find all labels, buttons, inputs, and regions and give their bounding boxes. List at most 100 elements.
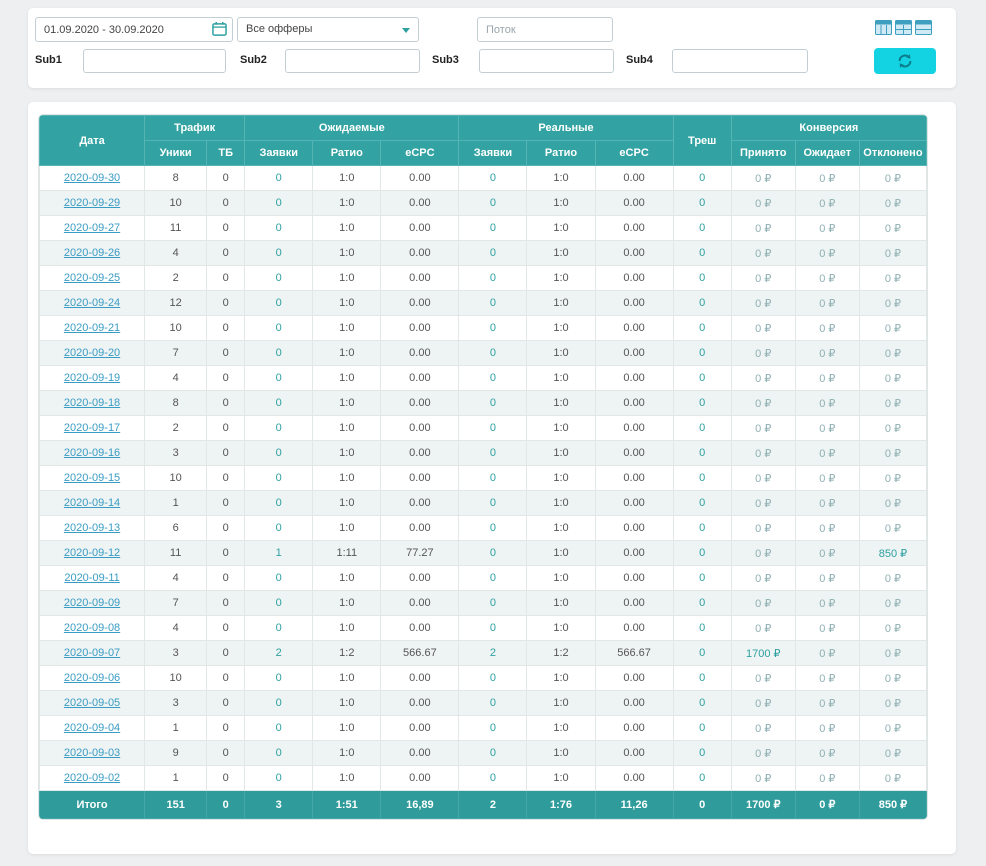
- cell-date: 2020-09-24: [40, 291, 145, 316]
- date-link[interactable]: 2020-09-29: [64, 197, 120, 209]
- stream-input[interactable]: [477, 17, 613, 42]
- table-row: 2020-09-188001:00.0001:00.0000 ₽0 ₽0 ₽: [40, 391, 927, 416]
- cell-expected-apps: 0: [245, 741, 313, 766]
- cell-real-ecpc: 0.00: [595, 291, 673, 316]
- sub3-input[interactable]: [479, 49, 614, 73]
- date-link[interactable]: 2020-09-26: [64, 247, 120, 259]
- cell-declined: 0 ₽: [859, 166, 926, 191]
- table-header: Дата Трафик Ожидаемые Реальные Треш Конв…: [40, 116, 927, 166]
- cell-real-ecpc: 0.00: [595, 566, 673, 591]
- cell-expected-ecpc: 0.00: [381, 516, 459, 541]
- cell-real-apps: 0: [459, 541, 527, 566]
- date-link[interactable]: 2020-09-20: [64, 347, 120, 359]
- total-row: Итого151031:5116,8921:7611,2601700 ₽0 ₽8…: [40, 791, 927, 819]
- cell-real-ratio: 1:0: [527, 266, 595, 291]
- cell-expected-ratio: 1:0: [313, 441, 381, 466]
- table-view-icon-2[interactable]: [895, 20, 912, 35]
- cell-expected-apps: 0: [245, 666, 313, 691]
- table-view-icon-1[interactable]: [875, 20, 892, 35]
- sub2-input[interactable]: [285, 49, 420, 73]
- date-link[interactable]: 2020-09-14: [64, 497, 120, 509]
- cell-real-apps: 0: [459, 516, 527, 541]
- cell-uniques: 4: [145, 241, 207, 266]
- table-view-icon-3[interactable]: [915, 20, 932, 35]
- date-link[interactable]: 2020-09-05: [64, 697, 120, 709]
- cell-accepted: 0 ₽: [731, 491, 795, 516]
- col-header-real-apps: Заявки: [459, 141, 527, 166]
- cell-accepted: 0 ₽: [731, 166, 795, 191]
- date-link[interactable]: 2020-09-17: [64, 422, 120, 434]
- sub3-label: Sub3: [432, 54, 459, 66]
- sub1-input[interactable]: [83, 49, 226, 73]
- cell-real-ratio: 1:0: [527, 291, 595, 316]
- total-real-ecpc: 11,26: [595, 791, 673, 819]
- cell-expected-apps: 1: [245, 541, 313, 566]
- date-link[interactable]: 2020-09-12: [64, 547, 120, 559]
- date-link[interactable]: 2020-09-11: [64, 572, 119, 584]
- cell-uniques: 1: [145, 716, 207, 741]
- cell-pending: 0 ₽: [795, 516, 859, 541]
- cell-real-apps: 0: [459, 291, 527, 316]
- date-link[interactable]: 2020-09-08: [64, 622, 120, 634]
- date-link[interactable]: 2020-09-30: [64, 172, 120, 184]
- date-link[interactable]: 2020-09-03: [64, 747, 120, 759]
- cell-pending: 0 ₽: [795, 541, 859, 566]
- refresh-button[interactable]: [874, 48, 936, 74]
- cell-date: 2020-09-07: [40, 641, 145, 666]
- cell-expected-ecpc: 0.00: [381, 366, 459, 391]
- date-link[interactable]: 2020-09-06: [64, 672, 120, 684]
- cell-trash: 0: [673, 491, 731, 516]
- cell-date: 2020-09-12: [40, 541, 145, 566]
- cell-expected-apps: 2: [245, 641, 313, 666]
- col-header-pending: Ожидает: [795, 141, 859, 166]
- date-link[interactable]: 2020-09-27: [64, 222, 120, 234]
- table-row: 2020-09-097001:00.0001:00.0000 ₽0 ₽0 ₽: [40, 591, 927, 616]
- cell-accepted: 1700 ₽: [731, 641, 795, 666]
- cell-expected-ratio: 1:0: [313, 766, 381, 791]
- cell-real-ratio: 1:2: [527, 641, 595, 666]
- offers-select[interactable]: Все офферы: [237, 17, 419, 42]
- cell-pending: 0 ₽: [795, 766, 859, 791]
- date-link[interactable]: 2020-09-18: [64, 397, 120, 409]
- date-link[interactable]: 2020-09-02: [64, 772, 120, 784]
- cell-real-ecpc: 0.00: [595, 341, 673, 366]
- col-header-date: Дата: [40, 116, 145, 166]
- date-link[interactable]: 2020-09-04: [64, 722, 120, 734]
- date-link[interactable]: 2020-09-09: [64, 597, 120, 609]
- cell-tb: 0: [207, 716, 245, 741]
- date-link[interactable]: 2020-09-19: [64, 372, 120, 384]
- cell-expected-ratio: 1:0: [313, 616, 381, 641]
- cell-accepted: 0 ₽: [731, 516, 795, 541]
- date-link[interactable]: 2020-09-16: [64, 447, 120, 459]
- cell-real-ratio: 1:0: [527, 441, 595, 466]
- calendar-button[interactable]: [209, 21, 229, 39]
- cell-real-ecpc: 0.00: [595, 316, 673, 341]
- date-range-input[interactable]: [35, 17, 233, 42]
- cell-trash: 0: [673, 591, 731, 616]
- col-header-expected-ratio: Ратио: [313, 141, 381, 166]
- cell-pending: 0 ₽: [795, 341, 859, 366]
- date-link[interactable]: 2020-09-21: [64, 322, 120, 334]
- cell-expected-ratio: 1:0: [313, 666, 381, 691]
- date-link[interactable]: 2020-09-24: [64, 297, 120, 309]
- date-link[interactable]: 2020-09-25: [64, 272, 120, 284]
- cell-accepted: 0 ₽: [731, 691, 795, 716]
- cell-trash: 0: [673, 541, 731, 566]
- cell-tb: 0: [207, 466, 245, 491]
- date-link[interactable]: 2020-09-15: [64, 472, 120, 484]
- cell-accepted: 0 ₽: [731, 416, 795, 441]
- date-link[interactable]: 2020-09-07: [64, 647, 120, 659]
- sub4-input[interactable]: [672, 49, 808, 73]
- cell-pending: 0 ₽: [795, 241, 859, 266]
- cell-real-ratio: 1:0: [527, 566, 595, 591]
- col-header-real-ecpc: eCPC: [595, 141, 673, 166]
- cell-accepted: 0 ₽: [731, 216, 795, 241]
- cell-real-ecpc: 0.00: [595, 491, 673, 516]
- cell-expected-ratio: 1:0: [313, 566, 381, 591]
- date-link[interactable]: 2020-09-13: [64, 522, 120, 534]
- cell-trash: 0: [673, 566, 731, 591]
- cell-declined: 0 ₽: [859, 641, 926, 666]
- total-expected-ecpc: 16,89: [381, 791, 459, 819]
- table-row: 2020-09-021001:00.0001:00.0000 ₽0 ₽0 ₽: [40, 766, 927, 791]
- cell-real-ratio: 1:0: [527, 541, 595, 566]
